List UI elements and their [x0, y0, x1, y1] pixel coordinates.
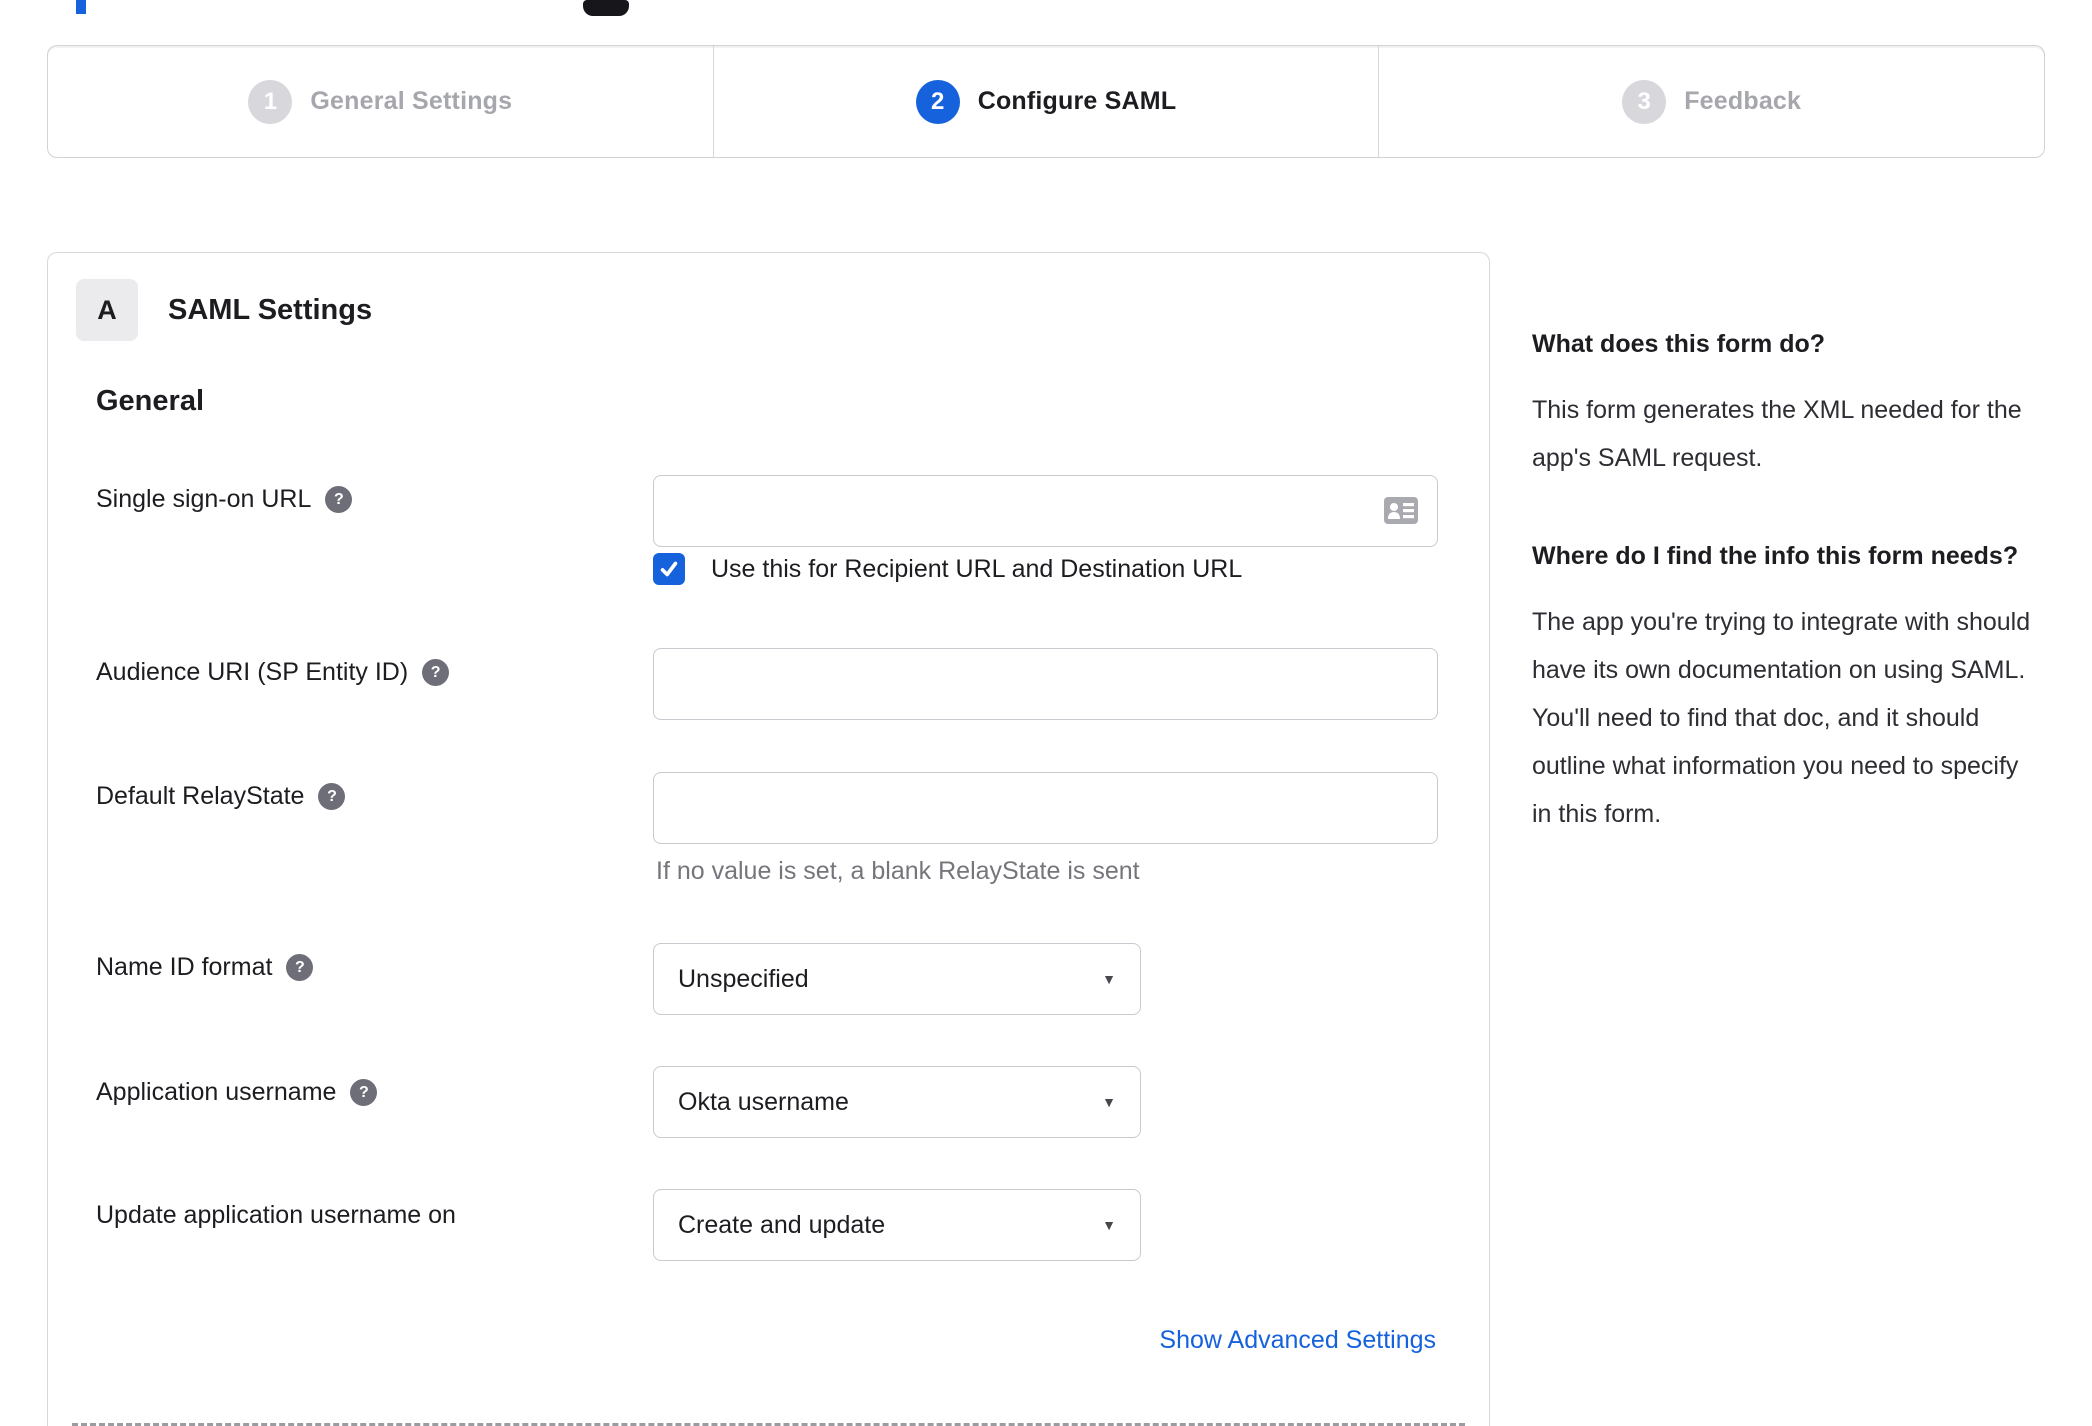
step-label: Feedback [1684, 87, 1802, 115]
step-number-badge: 1 [248, 79, 293, 124]
update-username-select[interactable]: Create and update ▼ [653, 1189, 1141, 1261]
update-username-label: Update application username on [96, 1201, 456, 1229]
help-sidebar: What does this form do? This form genera… [1532, 322, 2037, 890]
step-number-badge: 2 [915, 79, 960, 124]
step-configure-saml[interactable]: 2 Configure SAML [712, 46, 1379, 157]
sidebar-heading-where: Where do I find the info this form needs… [1532, 542, 2019, 570]
sso-checkbox-row: Use this for Recipient URL and Destinati… [653, 553, 1242, 585]
audience-uri-input[interactable] [653, 648, 1438, 720]
relay-state-hint: If no value is set, a blank RelayState i… [656, 857, 1140, 885]
sso-url-input[interactable] [653, 475, 1438, 547]
sidebar-heading-what: What does this form do? [1532, 330, 1826, 358]
step-general-settings[interactable]: 1 General Settings [48, 46, 713, 157]
recipient-url-checkbox[interactable] [653, 553, 685, 585]
sso-url-label: Single sign-on URL ? [96, 485, 353, 514]
general-section-title: General [96, 385, 204, 417]
application-username-select[interactable]: Okta username ▼ [653, 1066, 1141, 1138]
step-label: General Settings [310, 87, 513, 115]
card-header: A SAML Settings [76, 279, 372, 341]
help-icon[interactable]: ? [325, 486, 353, 513]
help-icon[interactable]: ? [350, 1079, 378, 1106]
recipient-url-checkbox-label: Use this for Recipient URL and Destinati… [711, 554, 1243, 583]
relay-state-label: Default RelayState ? [96, 782, 346, 811]
show-advanced-settings-link[interactable]: Show Advanced Settings [1159, 1326, 1436, 1355]
sso-url-input-wrap [653, 475, 1438, 547]
caret-down-icon: ▼ [1102, 1217, 1116, 1233]
caret-down-icon: ▼ [1102, 971, 1116, 987]
select-value: Create and update [678, 1210, 886, 1239]
clipped-title-fragment [76, 0, 86, 14]
select-value: Unspecified [678, 964, 809, 993]
card-title: SAML Settings [168, 293, 373, 326]
help-icon[interactable]: ? [318, 783, 346, 810]
relay-state-input[interactable] [653, 772, 1438, 844]
wizard-stepper: 1 General Settings 2 Configure SAML 3 Fe… [47, 45, 2045, 158]
sidebar-body-what: This form generates the XML needed for t… [1532, 396, 2022, 472]
name-id-format-label: Name ID format ? [96, 953, 314, 982]
step-number-badge: 3 [1622, 79, 1667, 124]
select-value: Okta username [678, 1087, 849, 1116]
saml-settings-card: A SAML Settings General Single sign-on U… [47, 252, 1490, 1426]
step-feedback[interactable]: 3 Feedback [1378, 46, 2044, 157]
check-icon [660, 561, 678, 577]
clipped-app-logo [583, 0, 629, 16]
help-icon[interactable]: ? [422, 659, 450, 686]
caret-down-icon: ▼ [1102, 1094, 1116, 1110]
name-id-format-select[interactable]: Unspecified ▼ [653, 943, 1141, 1015]
application-username-label: Application username ? [96, 1078, 378, 1107]
help-icon[interactable]: ? [286, 954, 314, 981]
audience-uri-label: Audience URI (SP Entity ID) ? [96, 658, 450, 687]
section-a-badge: A [76, 279, 138, 341]
sidebar-body-where: The app you're trying to integrate with … [1532, 608, 2031, 828]
step-label: Configure SAML [977, 87, 1177, 115]
